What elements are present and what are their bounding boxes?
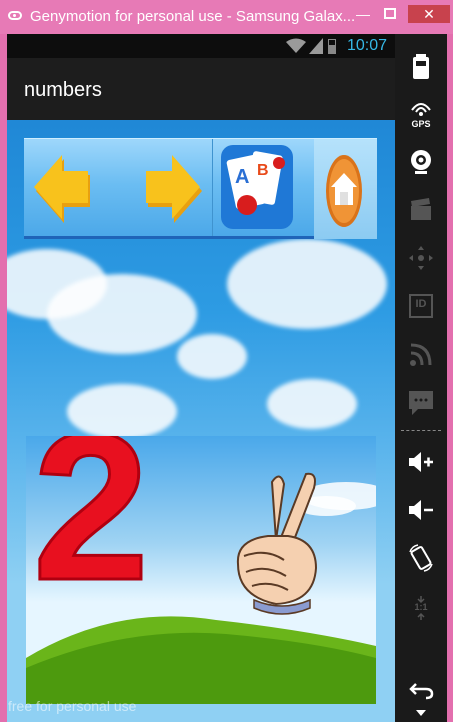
- volume-down-icon: [409, 500, 433, 520]
- alphabet-cards-button[interactable]: A B: [212, 139, 315, 239]
- svg-text:A: A: [235, 166, 249, 188]
- more-chevron-icon[interactable]: [416, 710, 426, 716]
- cloud-shape: [267, 379, 357, 429]
- gps-label: GPS: [411, 119, 431, 129]
- action-bar: numbers: [7, 58, 395, 120]
- network-widget-button[interactable]: [395, 332, 447, 376]
- window-title: Genymotion for personal use - Samsung Ga…: [30, 8, 356, 25]
- status-time: 10:07: [346, 37, 387, 54]
- maximize-button[interactable]: [379, 5, 403, 23]
- left-arrow-icon: [34, 155, 90, 223]
- identifiers-widget-button[interactable]: ID: [395, 284, 447, 328]
- gps-icon: [411, 103, 431, 116]
- capture-widget-button[interactable]: [395, 188, 447, 232]
- nav-toolbar: A B: [24, 138, 377, 239]
- window-frame: [447, 34, 453, 722]
- battery-icon: [413, 54, 429, 79]
- message-icon: [409, 391, 433, 415]
- sidebar-divider: [401, 430, 441, 431]
- window-titlebar: Genymotion for personal use - Samsung Ga…: [0, 0, 453, 34]
- webcam-icon: [411, 150, 431, 174]
- device-screen: 10:07 numbers A B 2 free for personal us…: [7, 34, 395, 722]
- watermark-text: free for personal use: [8, 698, 137, 714]
- home-button[interactable]: [314, 139, 377, 239]
- id-label: ID: [415, 298, 427, 310]
- back-button[interactable]: [395, 668, 447, 712]
- app-title: numbers: [24, 79, 102, 101]
- close-button[interactable]: ✕: [408, 5, 450, 23]
- sms-widget-button[interactable]: [395, 380, 447, 424]
- signal-icon: [309, 38, 323, 54]
- wifi-icon: [286, 38, 306, 53]
- dpad-icon: [409, 246, 433, 270]
- pixel-perfect-button[interactable]: 1:1: [395, 586, 447, 630]
- forward-arrow-button[interactable]: [120, 139, 212, 239]
- gps-widget-button[interactable]: GPS: [395, 92, 447, 136]
- battery-status-icon: [328, 39, 336, 54]
- peace-hand-icon: [236, 472, 318, 615]
- cloud-shape: [47, 274, 197, 354]
- status-bar: 10:07: [7, 34, 395, 58]
- camera-widget-button[interactable]: [395, 140, 447, 184]
- back-arrow-button[interactable]: [24, 139, 120, 239]
- rotate-button[interactable]: [395, 536, 447, 580]
- rss-icon: [410, 343, 432, 366]
- battery-widget-button[interactable]: [395, 44, 447, 88]
- back-icon: [409, 683, 434, 700]
- volume-down-button[interactable]: [395, 488, 447, 532]
- clapperboard-icon: [411, 198, 431, 220]
- number-card-image[interactable]: 2: [26, 436, 376, 704]
- pixel-perfect-label: 1:1: [414, 602, 428, 612]
- genymotion-logo-icon: [8, 11, 22, 20]
- cloud-shape: [227, 239, 387, 329]
- genymotion-sidebar: GPS ID 1:1: [395, 34, 447, 722]
- cloud-shape: [177, 334, 247, 379]
- remote-control-button[interactable]: [395, 236, 447, 280]
- minimize-button[interactable]: —: [350, 5, 376, 23]
- rotate-icon: [409, 544, 433, 572]
- volume-up-button[interactable]: [395, 440, 447, 484]
- home-icon: [326, 155, 362, 227]
- right-arrow-icon: [146, 155, 202, 223]
- svg-text:B: B: [257, 162, 269, 179]
- abc-cards-icon: A B: [221, 145, 293, 229]
- volume-up-icon: [409, 452, 433, 472]
- cloud-shape: [67, 384, 177, 439]
- number-label: 2: [31, 436, 151, 624]
